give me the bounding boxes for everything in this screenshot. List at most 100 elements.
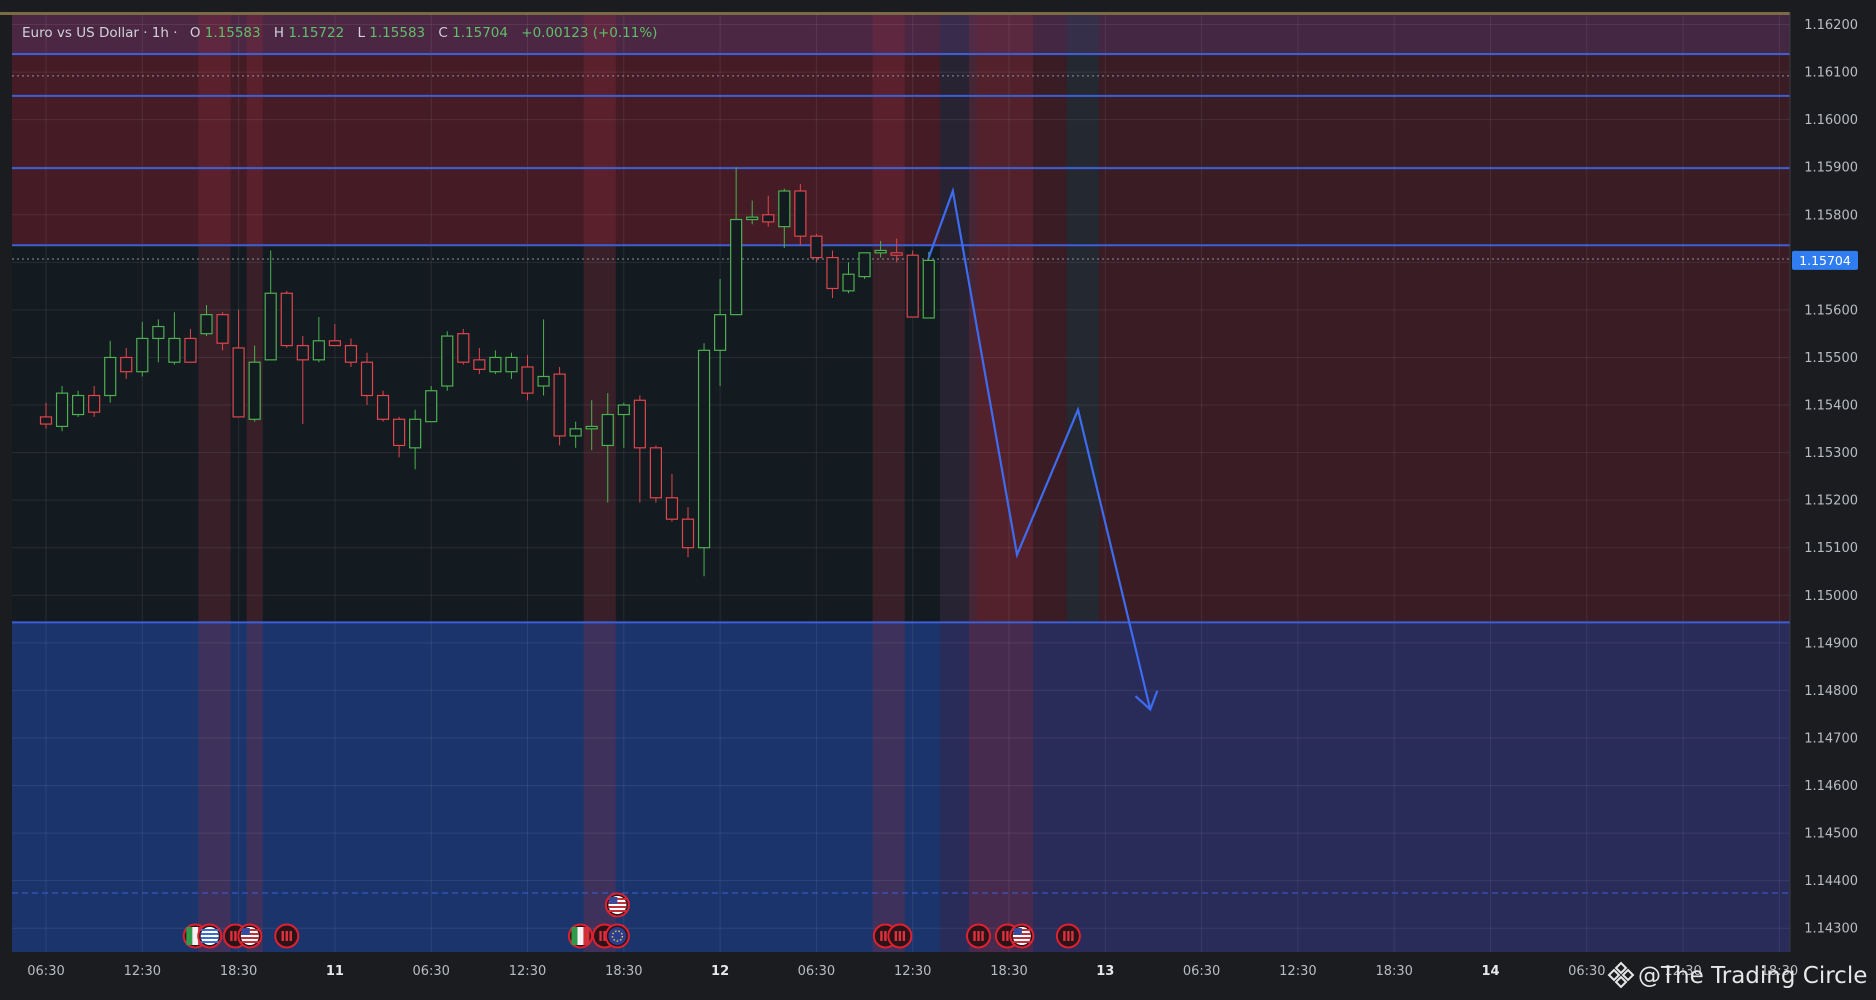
y-tick-label: 1.16200 <box>1804 18 1858 33</box>
x-tick-label: 18:30 <box>1375 964 1412 979</box>
y-tick-label: 1.14300 <box>1804 922 1858 937</box>
candle-body <box>216 314 229 344</box>
candle-body <box>553 373 566 437</box>
x-tick-label: 12:30 <box>894 964 931 979</box>
x-tick-label: 12:30 <box>509 964 546 979</box>
current-price-tag: 1.15704 <box>1792 250 1858 270</box>
candle-body <box>874 249 887 254</box>
candle-body <box>778 190 791 228</box>
candle-body <box>232 347 245 418</box>
candle <box>810 233 823 263</box>
y-tick-label: 1.16100 <box>1804 66 1858 81</box>
candle-body <box>168 337 181 363</box>
x-tick-label: 18:30 <box>605 964 642 979</box>
session-shade <box>1066 15 1099 623</box>
x-tick-label: 18:30 <box>220 964 257 979</box>
news-icon[interactable] <box>1055 923 1081 949</box>
x-tick-label: 14 <box>1481 964 1499 979</box>
candle <box>697 343 711 577</box>
candle <box>922 251 935 319</box>
y-tick-label: 1.14600 <box>1804 779 1858 794</box>
high-value: 1.15722 <box>288 25 344 41</box>
candle-body <box>120 356 133 373</box>
candle <box>649 445 663 503</box>
top-border <box>0 12 1790 15</box>
candle-body <box>810 235 823 259</box>
y-tick-label: 1.15800 <box>1804 208 1858 223</box>
candle-body <box>360 361 374 397</box>
y-tick-label: 1.14700 <box>1804 731 1858 746</box>
y-tick-label: 1.15600 <box>1804 303 1858 318</box>
y-tick-label: 1.15500 <box>1804 351 1858 366</box>
session-band <box>198 15 231 952</box>
close-value: 1.15704 <box>452 25 508 41</box>
candle-body <box>697 349 711 549</box>
y-tick-label: 1.16000 <box>1804 113 1858 128</box>
greece-flag-icon[interactable] <box>197 923 223 949</box>
open-label: O <box>190 25 201 41</box>
candle-body <box>633 399 646 449</box>
candle-body <box>681 518 695 549</box>
candle <box>280 290 293 348</box>
y-tick-label: 1.15300 <box>1804 446 1858 461</box>
candle-body <box>425 390 438 423</box>
x-tick-label: 12 <box>711 964 729 979</box>
candle <box>376 390 390 422</box>
candle-body <box>826 256 839 290</box>
candle-body <box>649 447 663 499</box>
candle-body <box>104 356 117 397</box>
candle-body <box>88 394 101 413</box>
y-tick-label: 1.15000 <box>1804 589 1858 604</box>
candle-body <box>842 273 855 292</box>
candle-body <box>922 259 935 319</box>
candle <box>906 250 919 318</box>
candle-body <box>617 404 630 416</box>
y-tick-label: 1.14900 <box>1804 636 1858 651</box>
candle-body <box>537 375 550 387</box>
candle-body <box>505 356 518 373</box>
x-tick-label: 12:30 <box>124 964 161 979</box>
candle-body <box>200 314 213 335</box>
candle-body <box>296 344 309 361</box>
candle <box>55 385 69 432</box>
candle-body <box>489 356 502 373</box>
candle-body <box>152 325 165 340</box>
y-tick-label: 1.15100 <box>1804 541 1858 556</box>
candle-body <box>858 252 871 278</box>
candle-body <box>184 337 197 363</box>
x-tick-label: 13 <box>1096 964 1114 979</box>
y-tick-label: 1.14500 <box>1804 827 1858 842</box>
candle <box>553 366 566 446</box>
session-band <box>872 15 905 952</box>
symbol-name: Euro vs US Dollar · 1h · <box>22 25 178 41</box>
future-blue-zone <box>939 622 1790 952</box>
low-label: L <box>357 25 365 41</box>
candle-body <box>39 416 53 425</box>
demand-zone <box>12 622 940 952</box>
usa-flag-icon[interactable] <box>604 892 630 918</box>
high-label: H <box>274 25 284 41</box>
italy-flag-icon[interactable] <box>567 923 593 949</box>
price-chart[interactable]: 1.14300 1.14400 1.14500 1.14600 1.14700 1.148… <box>0 0 1876 1000</box>
candle-body <box>569 428 582 437</box>
usa-flag-icon[interactable] <box>1009 923 1035 949</box>
y-tick-label: 1.15900 <box>1804 161 1858 176</box>
symbol-header: Euro vs US Dollar · 1h · O 1.15583 H 1.1… <box>22 25 657 41</box>
y-tick-label: 1.15400 <box>1804 399 1858 414</box>
session-band <box>246 15 263 952</box>
news-icon[interactable] <box>274 923 300 949</box>
y-tick-label: 1.15200 <box>1804 494 1858 509</box>
candle-body <box>280 292 293 347</box>
change-value: +0.00123 (+0.11%) <box>521 25 657 41</box>
session-band <box>968 15 1034 952</box>
x-tick-label: 06:30 <box>1183 964 1220 979</box>
news-icon[interactable] <box>887 923 913 949</box>
x-tick-label: 06:30 <box>798 964 835 979</box>
eu-flag-icon[interactable] <box>604 923 630 949</box>
candle-body <box>906 254 919 318</box>
candle-body <box>55 392 69 428</box>
news-icon[interactable] <box>966 923 992 949</box>
usa-flag-icon[interactable] <box>237 923 263 949</box>
close-label: C <box>438 25 447 41</box>
candle-body <box>794 190 807 237</box>
